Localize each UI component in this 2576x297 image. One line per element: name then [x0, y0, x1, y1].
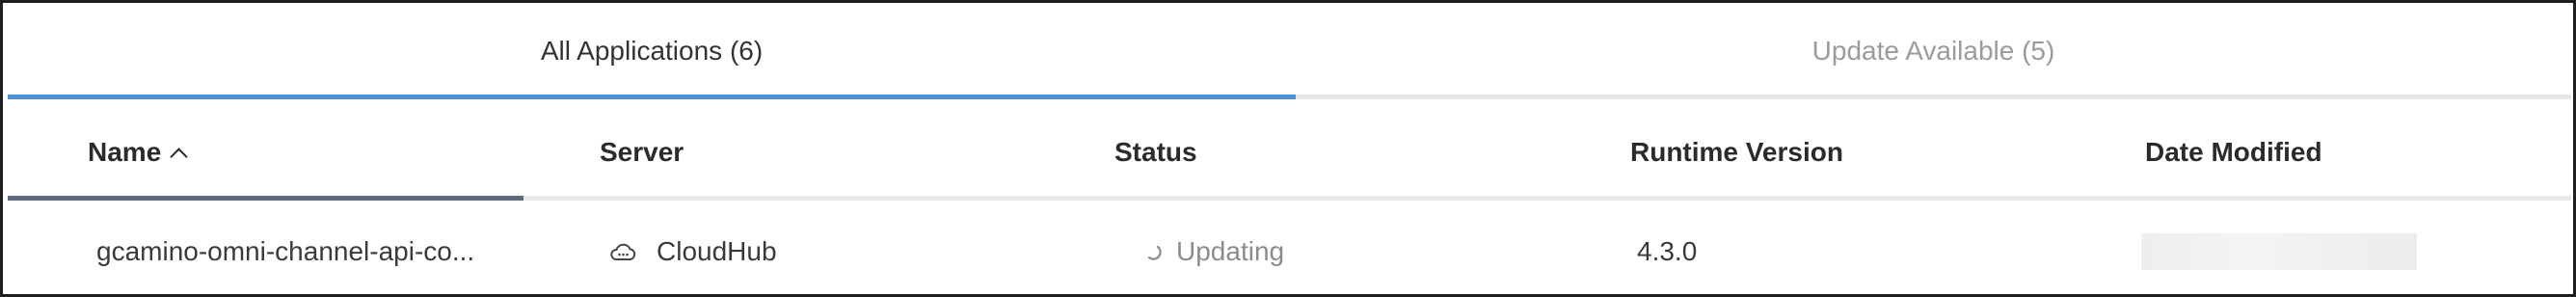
tab-all-applications-label: All Applications (6): [540, 36, 764, 66]
date-loading-placeholder: [2141, 232, 2417, 270]
cell-application-name[interactable]: gcamino-omni-channel-api-co...: [96, 205, 474, 297]
column-header-runtime-version[interactable]: Runtime Version: [1630, 104, 1843, 201]
sorted-column-indicator: [8, 196, 523, 201]
status-text: Updating: [1176, 235, 1285, 266]
column-header-status[interactable]: Status: [1114, 104, 1197, 201]
column-header-date-modified[interactable]: Date Modified: [2145, 104, 2322, 201]
table-row[interactable]: gcamino-omni-channel-api-co... CloudHub …: [8, 205, 2571, 297]
sort-ascending-icon: [170, 147, 188, 166]
cloud-icon: [610, 243, 636, 260]
column-header-name-label: Name: [88, 137, 162, 167]
column-header-name[interactable]: Name: [88, 104, 188, 201]
runtime-version-text: 4.3.0: [1637, 235, 1698, 266]
column-header-server-label: Server: [600, 137, 684, 167]
tab-update-available[interactable]: Update Available (5): [1296, 3, 2571, 99]
server-name-text: CloudHub: [657, 235, 777, 266]
column-header-server[interactable]: Server: [600, 104, 684, 201]
application-name-text: gcamino-omni-channel-api-co...: [96, 235, 475, 266]
cell-server: CloudHub: [608, 205, 777, 297]
spinner-icon: [1147, 245, 1162, 260]
column-header-date-modified-label: Date Modified: [2145, 137, 2322, 167]
column-header-status-label: Status: [1114, 137, 1197, 167]
cell-runtime-version: 4.3.0: [1637, 205, 1697, 297]
column-header-runtime-version-label: Runtime Version: [1630, 137, 1843, 167]
table-header: Name Server Status Runtime Version Date …: [8, 104, 2571, 201]
tab-update-available-label: Update Available (5): [1811, 36, 2055, 66]
cell-status: Updating: [1143, 205, 1284, 297]
applications-panel: All Applications (6) Update Available (5…: [0, 0, 2576, 297]
active-tab-indicator: [8, 94, 1296, 99]
tab-bar: All Applications (6) Update Available (5…: [8, 3, 2571, 99]
tab-all-applications[interactable]: All Applications (6): [8, 3, 1296, 99]
cell-date-modified: [2141, 205, 2417, 297]
